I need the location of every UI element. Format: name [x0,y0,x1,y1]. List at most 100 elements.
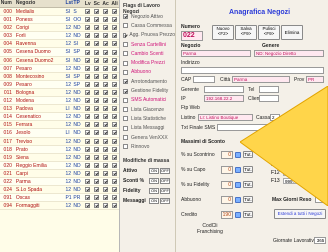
row-flag-checkbox[interactable] [112,179,118,185]
flag-checkbox[interactable] [123,79,128,85]
table-row[interactable]: 005 Cesena Duomo SI SP [0,48,119,57]
table-row[interactable]: 094 Formaggiti 12 ND [0,202,119,211]
row-flag-checkbox[interactable] [112,57,118,63]
row-flag-checkbox[interactable] [112,33,118,39]
genere-select[interactable]: ND: Negozio Diretto [254,50,324,57]
row-flag-checkbox[interactable] [103,9,109,15]
table-row[interactable]: 003 Forli 12 ND [0,32,119,41]
row-flag-checkbox[interactable] [112,138,118,144]
row-flag-checkbox[interactable] [103,187,109,193]
flag-checkbox[interactable] [123,107,128,113]
row-flag-checkbox[interactable] [103,98,109,104]
row-flag-checkbox[interactable] [94,138,100,144]
row-flag-checkbox[interactable] [94,73,100,79]
row-flag-checkbox[interactable] [103,179,109,185]
row-flag-checkbox[interactable] [85,17,91,23]
flag-checkbox[interactable] [123,135,128,140]
row-flag-checkbox[interactable] [112,17,118,23]
row-flag-checkbox[interactable] [103,138,109,144]
row-flag-checkbox[interactable] [112,170,118,176]
row-flag-checkbox[interactable] [94,130,100,136]
row-flag-checkbox[interactable] [85,41,91,47]
row-flag-checkbox[interactable] [85,9,91,15]
row-flag-checkbox[interactable] [112,81,118,87]
flag-item[interactable]: Arrotondamento [123,77,175,86]
row-flag-checkbox[interactable] [103,33,109,39]
table-row[interactable]: 001 Poness SI OO [0,16,119,25]
row-flag-checkbox[interactable] [94,81,100,87]
mod-on-button[interactable]: ON [149,198,159,204]
flag-item[interactable]: SMS Automatici [123,96,175,105]
elimina-button[interactable]: Elimina [281,25,303,40]
sconto-value[interactable]: 0 [221,180,233,189]
row-flag-checkbox[interactable] [103,170,109,176]
row-flag-checkbox[interactable] [85,146,91,152]
numero-field[interactable]: 022 [181,31,203,41]
flag-checkbox[interactable] [123,42,128,48]
row-flag-checkbox[interactable] [94,187,100,193]
row-flag-checkbox[interactable] [94,49,100,55]
table-row[interactable]: 013 Padova LI ND [0,105,119,114]
flag-checkbox[interactable] [123,116,128,122]
table-row[interactable]: 000 Medialis SI S [0,8,119,17]
spinner-icon[interactable] [235,211,241,218]
table-row[interactable]: 002 Corigi 12 ND [0,24,119,33]
flag-item[interactable]: Agg. Pnuova Prezzo [123,31,175,40]
table-row[interactable]: 091 Oscas P1 PR [0,194,119,203]
row-flag-checkbox[interactable] [94,154,100,160]
prov-field[interactable]: PR [306,76,324,83]
flag-item[interactable]: Rinnovo [123,142,175,151]
row-flag-checkbox[interactable] [85,25,91,31]
estendi-button[interactable]: Estendi a tutti i Negozi [274,209,326,219]
row-flag-checkbox[interactable] [85,89,91,95]
cap-field[interactable] [193,76,215,83]
flag-checkbox[interactable] [123,69,128,75]
sconto-value[interactable]: 190 [221,210,233,219]
negozio-field[interactable]: Parma [181,50,251,57]
ip-field[interactable]: 192.168.22.2 [204,95,244,102]
flag-item[interactable]: Lista Messaggi [123,124,175,133]
indirizzo-field[interactable] [181,67,324,74]
flag-item[interactable]: Cambio Scenti [123,49,175,58]
flag-item[interactable]: Genera VenXXX [123,133,175,142]
mod-on-button[interactable]: ON [149,178,159,184]
row-flag-checkbox[interactable] [112,73,118,79]
row-flag-checkbox[interactable] [94,41,100,47]
row-flag-checkbox[interactable] [112,98,118,104]
row-flag-checkbox[interactable] [112,203,118,209]
table-row[interactable]: 016 Jesolo LI ND [0,129,119,138]
table-row[interactable]: 008 Montecosino SI SP [0,73,119,81]
row-flag-checkbox[interactable] [94,33,100,39]
row-flag-checkbox[interactable] [94,162,100,168]
flag-checkbox[interactable] [123,60,128,66]
flag-item[interactable]: Senza Cartellini [123,40,175,49]
row-flag-checkbox[interactable] [85,49,91,55]
row-flag-checkbox[interactable] [94,25,100,31]
row-flag-checkbox[interactable] [103,65,109,71]
flag-checkbox[interactable] [123,125,128,131]
table-row[interactable]: 011 Bologna 12 ND [0,89,119,98]
flag-checkbox[interactable] [123,97,128,103]
table-row[interactable]: 024 S.Lo Spada 12 ND [0,186,119,195]
row-flag-checkbox[interactable] [112,65,118,71]
row-flag-checkbox[interactable] [85,130,91,136]
row-flag-checkbox[interactable] [112,146,118,152]
sconto-value[interactable]: 0 [221,195,233,204]
row-flag-checkbox[interactable] [103,154,109,160]
table-row[interactable]: 015 Ferrara 12 ND [0,121,119,130]
flag-checkbox[interactable] [123,23,128,29]
mod-off-button[interactable]: OFF [160,178,170,184]
row-flag-checkbox[interactable] [85,187,91,193]
table-row[interactable]: 020 Reggio Emilia 12 ND [0,161,119,170]
sconto-value[interactable]: 0 [221,165,233,174]
row-flag-checkbox[interactable] [94,114,100,120]
row-flag-checkbox[interactable] [103,114,109,120]
row-flag-checkbox[interactable] [94,146,100,152]
flag-item[interactable]: Lista Statistiche [123,114,175,123]
row-flag-checkbox[interactable] [94,17,100,23]
row-flag-checkbox[interactable] [85,195,91,201]
row-flag-checkbox[interactable] [112,9,118,15]
table-row[interactable]: 012 Modena 12 ND [0,97,119,106]
mod-off-button[interactable]: OFF [160,198,170,204]
row-flag-checkbox[interactable] [94,106,100,112]
